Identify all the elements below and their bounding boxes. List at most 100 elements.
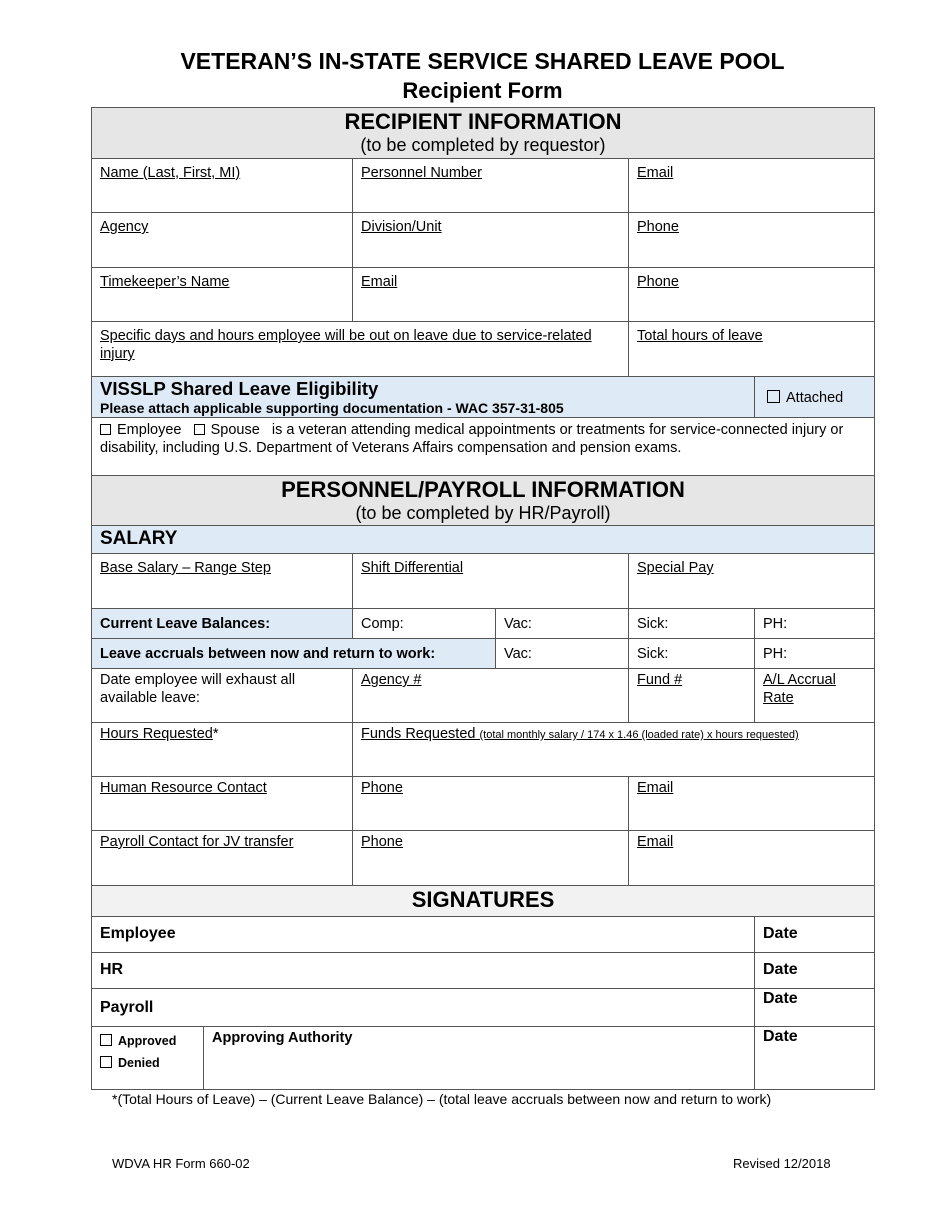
employee-signature-field[interactable]: Employee xyxy=(91,916,755,953)
salary-heading: SALARY xyxy=(100,528,178,549)
form-id: WDVA HR Form 660-02 xyxy=(112,1156,250,1171)
hr-email-field[interactable]: Email xyxy=(628,776,875,831)
timekeeper-name-label: Timekeeper’s Name xyxy=(100,274,230,290)
phone-label: Phone xyxy=(637,219,679,235)
payroll-date-field[interactable]: Date xyxy=(754,988,875,1027)
sick-field[interactable]: Sick: xyxy=(628,608,755,639)
email-label: Email xyxy=(637,165,674,181)
approving-authority-label: Approving Authority xyxy=(212,1030,353,1046)
employee-checkbox-label: Employee xyxy=(117,422,182,438)
eligibility-heading: VISSLP Shared Leave Eligibility xyxy=(100,378,379,399)
personnel-number-field[interactable]: Personnel Number xyxy=(352,158,629,213)
funds-requested-label: Funds Requested xyxy=(361,726,476,742)
signatures-heading: SIGNATURES xyxy=(411,887,555,912)
approving-authority-field[interactable]: Approving Authority xyxy=(203,1026,755,1090)
payroll-signature-label: Payroll xyxy=(100,999,154,1016)
current-leave-balances-label: Current Leave Balances: xyxy=(100,616,271,632)
shift-differential-field[interactable]: Shift Differential xyxy=(352,553,629,609)
exhaust-date-field[interactable]: Date employee will exhaust all available… xyxy=(91,668,353,723)
payroll-email-label: Email xyxy=(637,834,674,850)
payroll-info-header: PERSONNEL/PAYROLL INFORMATION (to be com… xyxy=(91,475,875,526)
al-accrual-rate-label: A/L Accrual Rate xyxy=(763,672,836,706)
attached-checkbox-cell[interactable]: Attached xyxy=(754,376,875,418)
timekeeper-email-field[interactable]: Email xyxy=(352,267,629,322)
employee-date-field[interactable]: Date xyxy=(754,916,875,953)
payroll-signature-field[interactable]: Payroll xyxy=(91,988,755,1027)
hr-contact-field[interactable]: Human Resource Contact xyxy=(91,776,353,831)
eligibility-note: Please attach applicable supporting docu… xyxy=(100,400,564,416)
eligibility-statement-cell: Employee Spouse is a veteran attending m… xyxy=(91,417,875,476)
total-hours-label: Total hours of leave xyxy=(637,328,763,344)
base-salary-field[interactable]: Base Salary – Range Step xyxy=(91,553,353,609)
denied-checkbox[interactable] xyxy=(100,1056,112,1068)
special-pay-label: Special Pay xyxy=(637,560,714,576)
denied-label: Denied xyxy=(118,1056,160,1070)
agency-field[interactable]: Agency xyxy=(91,212,353,268)
hr-date-label: Date xyxy=(763,961,798,978)
form-title: VETERAN’S IN-STATE SERVICE SHARED LEAVE … xyxy=(180,48,785,74)
email-field[interactable]: Email xyxy=(628,158,875,213)
payroll-info-subheading: (to be completed by HR/Payroll) xyxy=(355,503,611,523)
hr-signature-field[interactable]: HR xyxy=(91,952,755,989)
funds-formula: (total monthly salary / 174 x 1.46 (load… xyxy=(479,729,799,741)
accrual-sick-field[interactable]: Sick: xyxy=(628,638,755,669)
approving-date-label: Date xyxy=(763,1028,798,1045)
timekeeper-phone-label: Phone xyxy=(637,274,679,290)
attached-checkbox[interactable] xyxy=(767,390,780,403)
recipient-info-subheading: (to be completed by requestor) xyxy=(360,135,606,155)
vac-field[interactable]: Vac: xyxy=(495,608,629,639)
accrual-sick-label: Sick: xyxy=(637,646,669,662)
hours-requested-field[interactable]: Hours Requested* xyxy=(91,722,353,777)
spouse-checkbox[interactable] xyxy=(193,424,205,435)
attached-label: Attached xyxy=(786,390,844,406)
payroll-contact-field[interactable]: Payroll Contact for JV transfer xyxy=(91,830,353,886)
eligibility-header: VISSLP Shared Leave Eligibility Please a… xyxy=(91,376,755,418)
employee-signature-label: Employee xyxy=(100,925,176,942)
comp-label: Comp: xyxy=(361,616,404,632)
approved-checkbox[interactable] xyxy=(100,1034,112,1046)
al-accrual-rate-field[interactable]: A/L Accrual Rate xyxy=(754,668,875,723)
timekeeper-name-field[interactable]: Timekeeper’s Name xyxy=(91,267,353,322)
recipient-info-heading: RECIPIENT INFORMATION xyxy=(344,109,622,134)
payroll-contact-label: Payroll Contact for JV transfer xyxy=(100,834,294,850)
spouse-checkbox-label: Spouse xyxy=(210,422,260,438)
approving-date-field[interactable]: Date xyxy=(754,1026,875,1090)
name-field[interactable]: Name (Last, First, MI) xyxy=(91,158,353,213)
salary-header: SALARY xyxy=(91,525,875,554)
payroll-date-label: Date xyxy=(763,990,798,1007)
special-pay-field[interactable]: Special Pay xyxy=(628,553,875,609)
total-hours-field[interactable]: Total hours of leave xyxy=(628,321,875,377)
payroll-info-heading: PERSONNEL/PAYROLL INFORMATION xyxy=(281,477,685,502)
hr-email-label: Email xyxy=(637,780,674,796)
fund-number-field[interactable]: Fund # xyxy=(628,668,755,723)
fund-number-label: Fund # xyxy=(637,672,683,688)
accrual-vac-field[interactable]: Vac: xyxy=(495,638,629,669)
division-unit-field[interactable]: Division/Unit xyxy=(352,212,629,268)
comp-field[interactable]: Comp: xyxy=(352,608,496,639)
hr-date-field[interactable]: Date xyxy=(754,952,875,989)
leave-accruals-label: Leave accruals between now and return to… xyxy=(100,646,436,662)
leave-accruals-cell: Leave accruals between now and return to… xyxy=(91,638,496,669)
timekeeper-phone-field[interactable]: Phone xyxy=(628,267,875,322)
hr-phone-field[interactable]: Phone xyxy=(352,776,629,831)
ph-field[interactable]: PH: xyxy=(754,608,875,639)
base-salary-label: Base Salary – Range Step xyxy=(100,560,271,576)
personnel-number-label: Personnel Number xyxy=(361,165,482,181)
footnote: *(Total Hours of Leave) – (Current Leave… xyxy=(112,1091,772,1107)
accrual-ph-label: PH: xyxy=(763,646,788,662)
signatures-header: SIGNATURES xyxy=(91,885,875,917)
current-leave-balances-cell: Current Leave Balances: xyxy=(91,608,353,639)
phone-field[interactable]: Phone xyxy=(628,212,875,268)
funds-requested-field[interactable]: Funds Requested (total monthly salary / … xyxy=(352,722,875,777)
agency-number-field[interactable]: Agency # xyxy=(352,668,629,723)
agency-number-label: Agency # xyxy=(361,672,422,688)
payroll-phone-field[interactable]: Phone xyxy=(352,830,629,886)
employee-checkbox[interactable] xyxy=(100,424,111,435)
payroll-email-field[interactable]: Email xyxy=(628,830,875,886)
revised-date: Revised 12/2018 xyxy=(733,1156,831,1171)
exhaust-date-label: Date employee will exhaust all available… xyxy=(100,672,296,706)
specific-days-field[interactable]: Specific days and hours employee will be… xyxy=(91,321,629,377)
vac-label: Vac: xyxy=(504,616,532,632)
accrual-ph-field[interactable]: PH: xyxy=(754,638,875,669)
ph-label: PH: xyxy=(763,616,788,632)
